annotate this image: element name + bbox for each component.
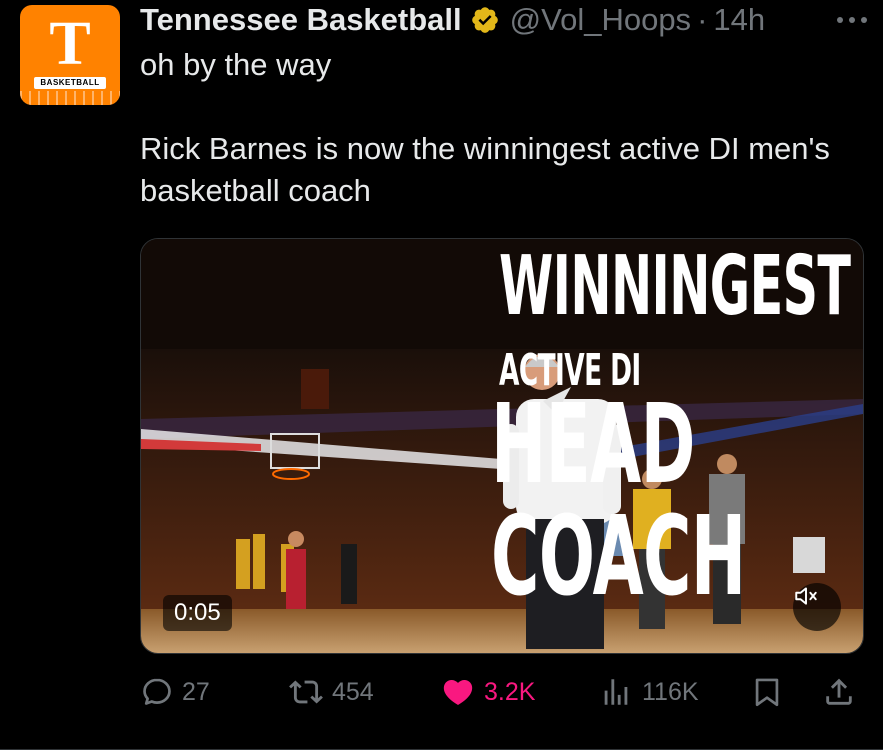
views-button[interactable]: 116K [598, 670, 699, 714]
views-count: 116K [642, 677, 699, 706]
post-time[interactable]: 14h [713, 2, 765, 38]
post-text: oh by the way Rick Barnes is now the win… [140, 44, 860, 212]
overlay-headline: WINNINGEST [499, 239, 851, 334]
avatar-logo-badge: BASKETBALL [34, 77, 106, 89]
mute-button[interactable] [793, 583, 841, 631]
video-timer: 0:05 [163, 595, 232, 631]
reply-button[interactable]: 27 [140, 670, 210, 714]
verified-badge-icon[interactable] [470, 5, 500, 35]
post-text-line: oh by the way [140, 47, 332, 82]
video-player[interactable]: WINNINGEST ACTIVE DI HEAD COACH 0:05 [140, 238, 864, 654]
bookmark-button[interactable] [750, 670, 792, 714]
overlay-head: HEAD [491, 380, 695, 508]
repost-count: 454 [332, 677, 374, 706]
like-count: 3.2K [484, 677, 536, 706]
speaker-muted-icon [795, 587, 817, 605]
more-horizontal-icon[interactable] [835, 14, 869, 26]
share-button[interactable] [822, 670, 864, 714]
like-button[interactable]: 3.2K [440, 670, 535, 714]
avatar-logo-letter: T [49, 10, 91, 78]
action-bar: 27 454 3.2K 116K [140, 670, 862, 714]
reply-icon [143, 678, 171, 705]
heart-icon [443, 679, 473, 705]
repost-button[interactable]: 454 [288, 670, 374, 714]
avatar-logo-stripe [20, 91, 120, 105]
avatar[interactable]: T BASKETBALL [20, 5, 120, 105]
bookmark-icon [755, 678, 779, 707]
reply-count: 27 [182, 677, 210, 706]
share-icon [826, 678, 852, 705]
overlay-coach: COACH [491, 492, 746, 620]
repost-icon [289, 680, 323, 704]
post-text-line: Rick Barnes is now the winningest active… [140, 131, 830, 208]
views-chart-icon [604, 679, 628, 705]
author-handle[interactable]: @Vol_Hoops [510, 2, 691, 38]
post-header: Tennessee Basketball @Vol_Hoops · 14h [140, 0, 873, 40]
author-name[interactable]: Tennessee Basketball [140, 2, 462, 38]
separator-dot: · [697, 2, 708, 37]
